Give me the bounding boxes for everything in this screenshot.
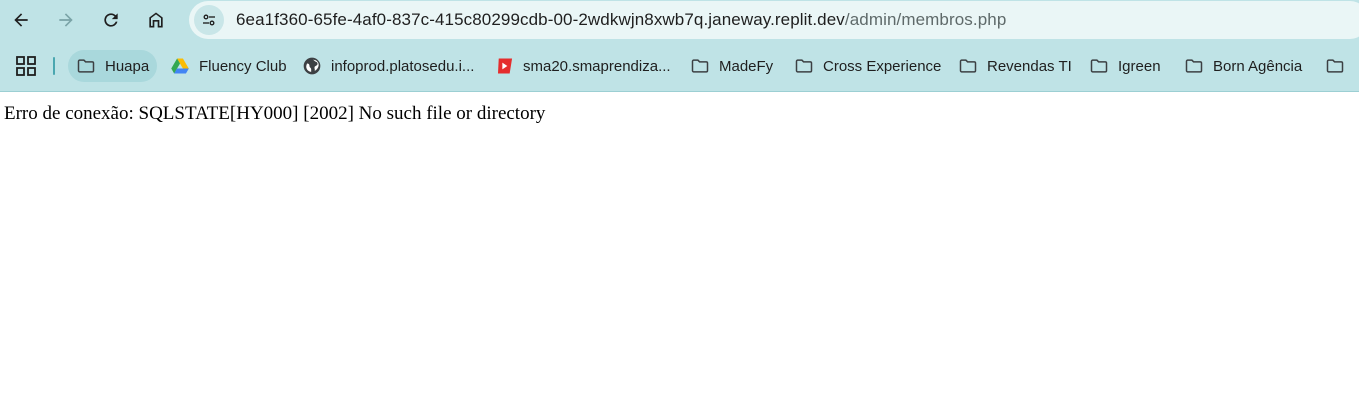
folder-icon bbox=[1185, 59, 1203, 73]
bookmark-revendas-ti[interactable]: Revendas TI bbox=[950, 50, 1080, 82]
bookmark-truncated[interactable] bbox=[1317, 50, 1359, 82]
bookmark-label: Revendas TI bbox=[987, 57, 1072, 75]
bookmark-sma20[interactable]: sma20.smaprendiza... bbox=[486, 50, 679, 82]
error-message: Erro de conexão: SQLSTATE[HY000] [2002] … bbox=[4, 103, 546, 124]
reload-icon bbox=[104, 13, 118, 27]
forward-button[interactable] bbox=[50, 4, 82, 36]
bookmark-igreen[interactable]: Igreen bbox=[1081, 50, 1169, 82]
globe-icon bbox=[303, 57, 321, 75]
browser-toolbar: 6ea1f360-65fe-4af0-837c-415c80299cdb-00-… bbox=[0, 0, 1359, 41]
bookmark-born-agencia[interactable]: Born Agência bbox=[1176, 50, 1310, 82]
bookmark-label: Born Agência bbox=[1213, 57, 1303, 75]
folder-icon bbox=[1326, 59, 1344, 73]
folder-icon bbox=[1090, 59, 1108, 73]
site-info-button[interactable] bbox=[194, 5, 224, 35]
bookmarks-separator bbox=[53, 57, 55, 75]
bookmark-cross-experience[interactable]: Cross Experience bbox=[786, 50, 949, 82]
bookmark-infoprod[interactable]: infoprod.platosedu.i... bbox=[294, 50, 482, 82]
bookmark-label: infoprod.platosedu.i... bbox=[331, 57, 475, 75]
bookmark-label: Cross Experience bbox=[823, 57, 942, 75]
home-button[interactable] bbox=[140, 4, 172, 36]
bookmark-label: Fluency Club bbox=[199, 57, 287, 75]
folder-icon bbox=[959, 59, 977, 73]
bookmarks-bar: Huapa Fluency Club infoprod.platosedu.i.… bbox=[0, 41, 1359, 92]
red-play-icon bbox=[497, 58, 513, 74]
apps-grid-icon[interactable] bbox=[15, 55, 37, 77]
bookmark-madefy[interactable]: MadeFy bbox=[682, 50, 781, 82]
reload-button[interactable] bbox=[95, 4, 127, 36]
arrow-left-icon bbox=[14, 13, 28, 27]
bookmark-label: Igreen bbox=[1118, 57, 1161, 75]
bookmark-label: MadeFy bbox=[719, 57, 774, 75]
browser-chrome: 6ea1f360-65fe-4af0-837c-415c80299cdb-00-… bbox=[0, 0, 1359, 92]
home-icon bbox=[149, 12, 163, 28]
arrow-right-icon bbox=[59, 13, 73, 27]
url-path: /admin/membros.php bbox=[844, 10, 1007, 29]
folder-icon bbox=[77, 59, 95, 73]
bookmark-fluency-club[interactable]: Fluency Club bbox=[162, 50, 295, 82]
bookmark-label: sma20.smaprendiza... bbox=[523, 57, 671, 75]
address-bar[interactable]: 6ea1f360-65fe-4af0-837c-415c80299cdb-00-… bbox=[189, 1, 1359, 39]
bookmark-huapa[interactable]: Huapa bbox=[68, 50, 158, 82]
google-drive-icon bbox=[171, 58, 189, 74]
folder-icon bbox=[691, 59, 709, 73]
bookmark-label: Huapa bbox=[105, 57, 150, 75]
folder-icon bbox=[795, 59, 813, 73]
tune-icon bbox=[203, 14, 215, 26]
page-content: Erro de conexão: SQLSTATE[HY000] [2002] … bbox=[0, 92, 1359, 125]
url-host: 6ea1f360-65fe-4af0-837c-415c80299cdb-00-… bbox=[236, 10, 845, 29]
url-text[interactable]: 6ea1f360-65fe-4af0-837c-415c80299cdb-00-… bbox=[236, 10, 1006, 30]
back-button[interactable] bbox=[5, 4, 37, 36]
